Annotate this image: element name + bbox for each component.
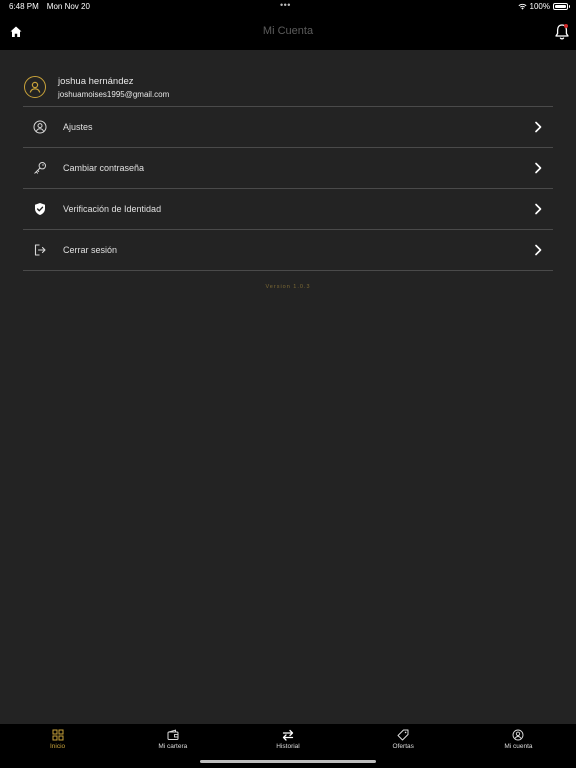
tab-mi-cuenta[interactable]: Mi cuenta	[461, 724, 576, 768]
menu-item-cerrar-sesion[interactable]: Cerrar sesión	[23, 230, 553, 271]
tab-label: Historial	[276, 743, 300, 750]
menu-item-label: Cambiar contraseña	[63, 163, 145, 173]
shield-check-icon	[33, 202, 47, 216]
swap-arrows-icon	[282, 729, 294, 741]
status-bar-left: 6:48 PM Mon Nov 20	[9, 2, 90, 11]
menu-item-label: Verificación de Identidad	[63, 204, 162, 214]
account-screen: 6:48 PM Mon Nov 20 ••• 100% Mi Cuenta jo…	[0, 0, 576, 768]
battery-percent: 100%	[529, 2, 550, 11]
notifications-button[interactable]	[554, 23, 570, 41]
menu-item-verificacion-identidad[interactable]: Verificación de Identidad	[23, 189, 553, 230]
avatar	[24, 76, 46, 98]
app-version: Version 1.0.3	[265, 284, 311, 290]
notification-badge	[564, 24, 568, 28]
profile-name: joshua hernández	[58, 75, 134, 87]
grid-icon	[52, 729, 64, 741]
page-title: Mi Cuenta	[262, 25, 314, 37]
chevron-right-icon	[535, 203, 542, 215]
battery-level	[555, 5, 566, 8]
status-time: 6:48 PM	[9, 2, 39, 11]
home-indicator[interactable]	[200, 760, 376, 763]
tab-inicio[interactable]: Inicio	[0, 724, 115, 768]
top-bar: 6:48 PM Mon Nov 20 ••• 100% Mi Cuenta	[0, 0, 576, 50]
wallet-icon	[167, 729, 179, 741]
profile-info: joshua hernández joshuamoises1995@gmail.…	[58, 76, 169, 99]
tab-label: Ofertas	[392, 743, 414, 750]
wifi-icon	[518, 3, 527, 10]
chevron-right-icon	[535, 121, 542, 133]
user-circle-icon	[512, 729, 524, 741]
tab-label: Inicio	[50, 743, 66, 750]
logout-icon	[33, 243, 47, 257]
account-menu: Ajustes Cambiar contraseña Verificación …	[23, 106, 553, 271]
profile-header: joshua hernández joshuamoises1995@gmail.…	[24, 68, 554, 106]
menu-item-label: Ajustes	[63, 122, 93, 132]
multitasking-dots[interactable]: •••	[280, 0, 291, 10]
profile-email: joshuamoises1995@gmail.com	[58, 89, 170, 99]
battery-icon	[553, 3, 570, 10]
menu-item-cambiar-contrasena[interactable]: Cambiar contraseña	[23, 148, 553, 189]
tab-label: Mi cuenta	[504, 743, 533, 750]
menu-item-ajustes[interactable]: Ajustes	[23, 107, 553, 148]
tag-icon	[397, 729, 409, 741]
user-circle-icon	[33, 120, 47, 134]
chevron-right-icon	[535, 244, 542, 256]
status-date: Mon Nov 20	[46, 2, 90, 11]
user-avatar-icon	[29, 81, 41, 93]
status-bar-right: 100%	[518, 2, 570, 11]
chevron-right-icon	[535, 162, 542, 174]
menu-item-label: Cerrar sesión	[63, 245, 118, 255]
key-icon	[33, 161, 47, 175]
tab-label: Mi cartera	[158, 743, 188, 750]
